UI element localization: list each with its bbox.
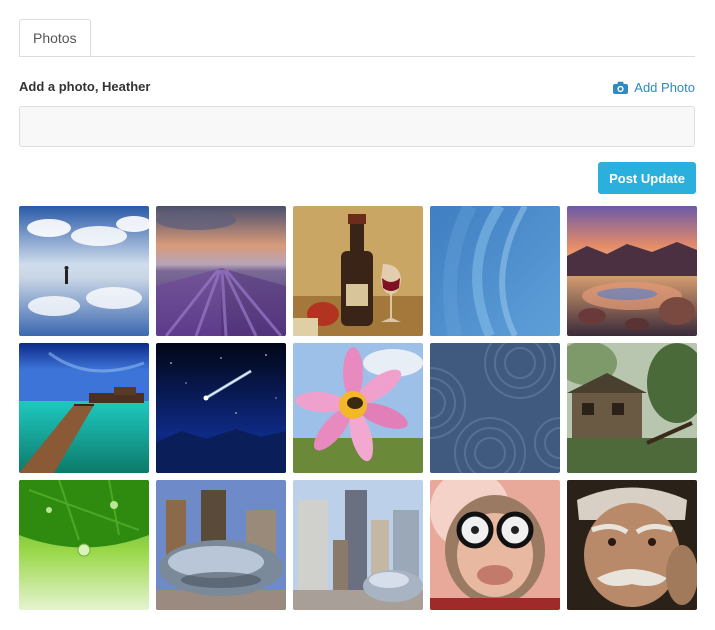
photo-thumbnail[interactable] <box>567 206 697 336</box>
photo-thumbnail[interactable] <box>430 343 560 473</box>
photo-thumbnail[interactable] <box>19 343 149 473</box>
photo-thumbnail[interactable] <box>430 206 560 336</box>
photo-thumbnail[interactable] <box>156 206 286 336</box>
photo-thumbnail[interactable] <box>156 480 286 610</box>
photo-thumbnail[interactable] <box>156 343 286 473</box>
photo-thumbnail[interactable] <box>293 480 423 610</box>
photo-thumbnail[interactable] <box>293 206 423 336</box>
photo-thumbnail[interactable] <box>19 480 149 610</box>
status-input[interactable] <box>19 106 695 147</box>
add-photo-label: Add Photo <box>634 80 695 95</box>
photo-thumbnail[interactable] <box>567 480 697 610</box>
photo-thumbnail[interactable] <box>293 343 423 473</box>
tab-bar: Photos <box>19 19 695 57</box>
photo-thumbnail[interactable] <box>567 343 697 473</box>
tab-photos[interactable]: Photos <box>19 19 91 56</box>
post-update-button[interactable]: Post Update <box>598 162 696 194</box>
add-photo-link[interactable]: Add Photo <box>613 80 695 95</box>
compose-prompt: Add a photo, Heather <box>19 79 151 94</box>
photo-thumbnail[interactable] <box>19 206 149 336</box>
photo-grid <box>19 206 697 610</box>
photo-thumbnail[interactable] <box>430 480 560 610</box>
camera-icon <box>613 81 629 94</box>
